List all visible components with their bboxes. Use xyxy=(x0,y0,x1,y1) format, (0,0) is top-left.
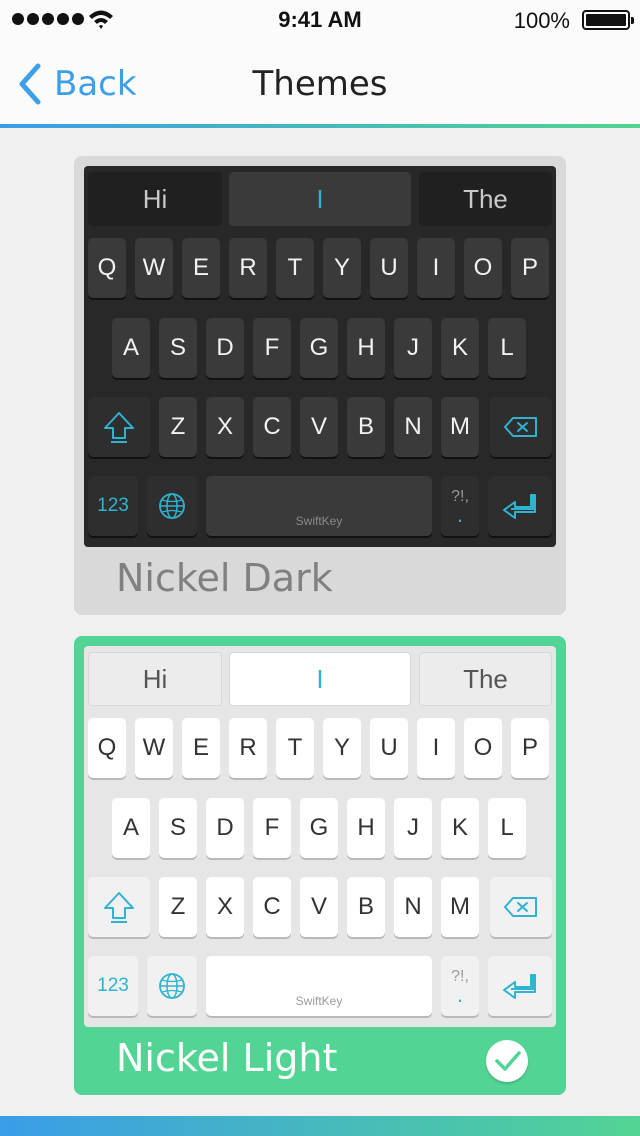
key[interactable]: I xyxy=(417,238,455,298)
key[interactable]: W xyxy=(135,718,173,778)
key[interactable]: K xyxy=(441,798,479,858)
numbers-key[interactable]: 123 xyxy=(88,476,138,536)
space-bar[interactable]: SwiftKey xyxy=(206,956,432,1016)
prediction-mid[interactable]: I xyxy=(229,172,411,226)
return-key[interactable] xyxy=(488,956,552,1016)
backspace-key[interactable] xyxy=(490,877,552,937)
key[interactable]: K xyxy=(441,318,479,378)
theme-card-nickel-light[interactable]: Hi I The Q W E R T Y U I O P A S D F G H J K L Z X C V B N M 123 Swift… xyxy=(74,636,566,1095)
prediction-mid[interactable]: I xyxy=(229,652,411,706)
key[interactable]: M xyxy=(441,397,479,457)
checkmark-icon xyxy=(495,1051,521,1071)
key[interactable]: E xyxy=(182,238,220,298)
shift-key[interactable] xyxy=(88,877,150,937)
key[interactable]: B xyxy=(347,397,385,457)
key[interactable]: J xyxy=(394,798,432,858)
key[interactable]: L xyxy=(488,318,526,378)
key[interactable]: N xyxy=(394,397,432,457)
key[interactable]: F xyxy=(253,798,291,858)
key[interactable]: Q xyxy=(88,238,126,298)
key[interactable]: U xyxy=(370,238,408,298)
symbols-key-bottom: . xyxy=(456,502,464,527)
page-title: Themes xyxy=(252,64,388,104)
numbers-key[interactable]: 123 xyxy=(88,956,138,1016)
key[interactable]: C xyxy=(253,397,291,457)
symbols-key-bottom: . xyxy=(456,982,464,1007)
key[interactable]: D xyxy=(206,318,244,378)
theme-name: Nickel Dark xyxy=(116,556,333,600)
key[interactable]: J xyxy=(394,318,432,378)
key[interactable]: D xyxy=(206,798,244,858)
key[interactable]: X xyxy=(206,397,244,457)
battery-percentage: 100% xyxy=(513,8,570,33)
keyboard-preview: Hi I The Q W E R T Y U I O P A S D F G H J K L Z X C V B N M 123 Swift… xyxy=(84,166,556,547)
key[interactable]: Q xyxy=(88,718,126,778)
key[interactable]: G xyxy=(300,798,338,858)
navigation-bar: Back Themes xyxy=(0,40,640,124)
bottom-gradient-bar xyxy=(0,1116,640,1136)
return-icon xyxy=(503,494,536,519)
theme-name: Nickel Light xyxy=(116,1036,338,1080)
selected-checkmark-icon xyxy=(486,1040,528,1082)
key[interactable]: A xyxy=(112,798,150,858)
key[interactable]: V xyxy=(300,877,338,937)
key[interactable]: A xyxy=(112,318,150,378)
status-bar: 9:41 AM 100% xyxy=(0,0,640,40)
shift-key[interactable] xyxy=(88,397,150,457)
globe-icon xyxy=(159,973,185,999)
key[interactable]: Z xyxy=(159,397,197,457)
key[interactable]: X xyxy=(206,877,244,937)
language-key[interactable] xyxy=(147,476,197,536)
key[interactable]: C xyxy=(253,877,291,937)
key[interactable]: P xyxy=(511,238,549,298)
shift-icon xyxy=(104,412,134,443)
battery-icon xyxy=(582,10,634,30)
key[interactable]: S xyxy=(159,798,197,858)
swiftkey-logo: SwiftKey xyxy=(295,994,343,1008)
key[interactable]: O xyxy=(464,238,502,298)
key[interactable]: L xyxy=(488,798,526,858)
return-key[interactable] xyxy=(488,476,552,536)
key[interactable]: H xyxy=(347,798,385,858)
language-key[interactable] xyxy=(147,956,197,1016)
prediction-left[interactable]: Hi xyxy=(88,652,222,706)
return-icon xyxy=(503,974,536,999)
key[interactable]: Y xyxy=(323,718,361,778)
symbols-key[interactable]: ?!,. xyxy=(441,956,479,1016)
key[interactable]: Y xyxy=(323,238,361,298)
key[interactable]: P xyxy=(511,718,549,778)
symbols-key[interactable]: ?!,. xyxy=(441,476,479,536)
key[interactable]: O xyxy=(464,718,502,778)
swiftkey-logo: SwiftKey xyxy=(295,514,343,528)
backspace-icon xyxy=(504,417,537,437)
key[interactable]: B xyxy=(347,877,385,937)
keyboard-preview: Hi I The Q W E R T Y U I O P A S D F G H J K L Z X C V B N M 123 Swift… xyxy=(84,646,556,1027)
key[interactable]: W xyxy=(135,238,173,298)
backspace-key[interactable] xyxy=(490,397,552,457)
prediction-left[interactable]: Hi xyxy=(88,172,222,226)
key[interactable]: S xyxy=(159,318,197,378)
key[interactable]: G xyxy=(300,318,338,378)
space-bar[interactable]: SwiftKey xyxy=(206,476,432,536)
key[interactable]: U xyxy=(370,718,408,778)
shift-icon xyxy=(104,892,134,923)
key[interactable]: T xyxy=(276,238,314,298)
nav-divider xyxy=(0,124,640,128)
key[interactable]: F xyxy=(253,318,291,378)
key[interactable]: R xyxy=(229,718,267,778)
key[interactable]: N xyxy=(394,877,432,937)
globe-icon xyxy=(159,493,185,519)
prediction-right[interactable]: The xyxy=(419,172,552,226)
prediction-right[interactable]: The xyxy=(419,652,552,706)
key[interactable]: M xyxy=(441,877,479,937)
key[interactable]: I xyxy=(417,718,455,778)
key[interactable]: Z xyxy=(159,877,197,937)
backspace-icon xyxy=(504,897,537,917)
key[interactable]: V xyxy=(300,397,338,457)
key[interactable]: R xyxy=(229,238,267,298)
theme-card-nickel-dark[interactable]: Hi I The Q W E R T Y U I O P A S D F G H J K L Z X C V B N M 123 Swift… xyxy=(74,156,566,615)
key[interactable]: T xyxy=(276,718,314,778)
key[interactable]: E xyxy=(182,718,220,778)
key[interactable]: H xyxy=(347,318,385,378)
